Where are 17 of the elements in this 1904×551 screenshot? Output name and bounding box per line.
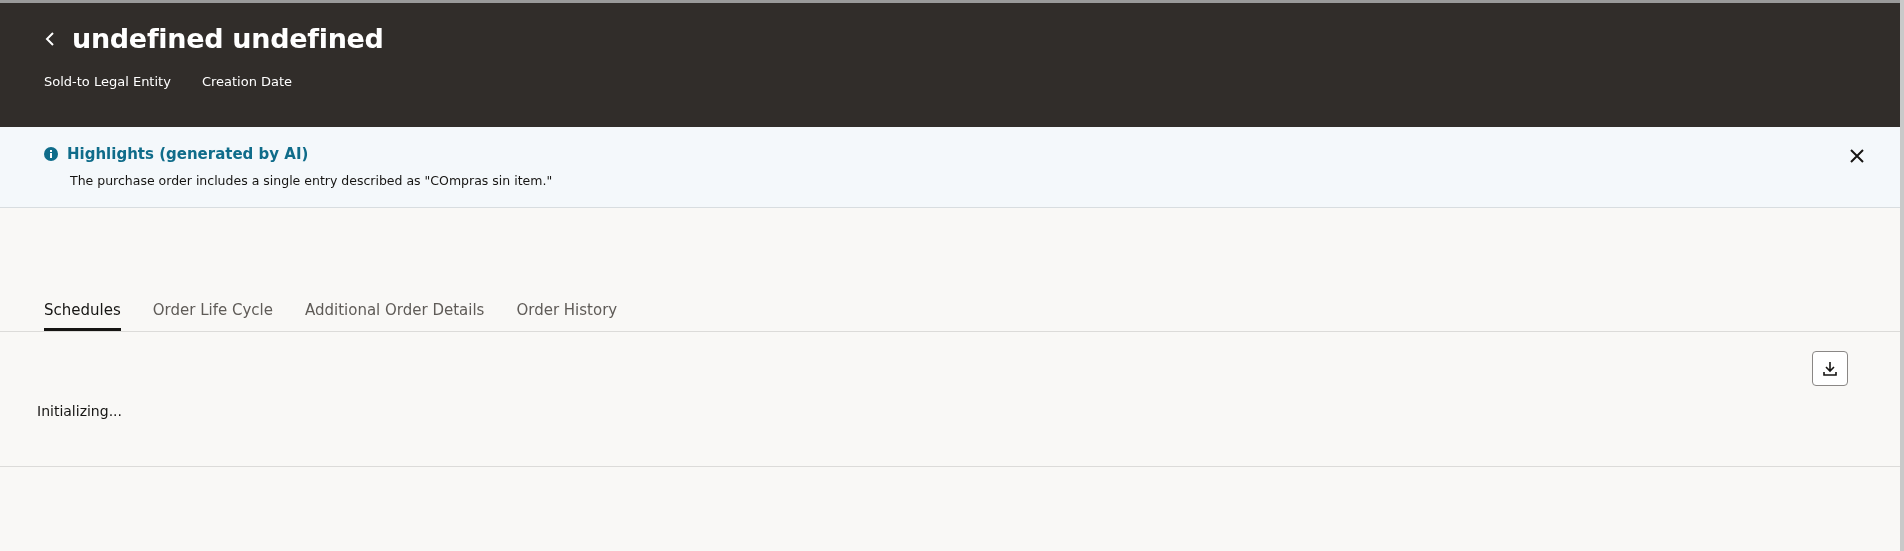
header-field-label: Sold-to Legal Entity (44, 74, 171, 89)
tab[interactable]: Order History (516, 301, 618, 331)
tab[interactable]: Schedules (44, 301, 121, 331)
page-title: undefined undefined (72, 23, 384, 54)
close-button[interactable] (1850, 149, 1864, 165)
tab[interactable]: Order Life Cycle (152, 301, 273, 331)
loading-text: Initializing... (37, 403, 122, 419)
chevron-left-icon (44, 30, 56, 47)
header-field-label: Creation Date (201, 74, 293, 89)
download-button[interactable] (1812, 351, 1848, 386)
highlights-title: Highlights (generated by AI) (67, 145, 309, 163)
back-button[interactable] (44, 30, 56, 47)
highlights-text: The purchase order includes a single entry described as "COmpras sin item." (70, 173, 553, 188)
tab[interactable]: Additional Order Details (304, 301, 485, 331)
info-icon (44, 147, 58, 161)
download-icon (1822, 360, 1838, 377)
close-icon (1850, 149, 1864, 163)
